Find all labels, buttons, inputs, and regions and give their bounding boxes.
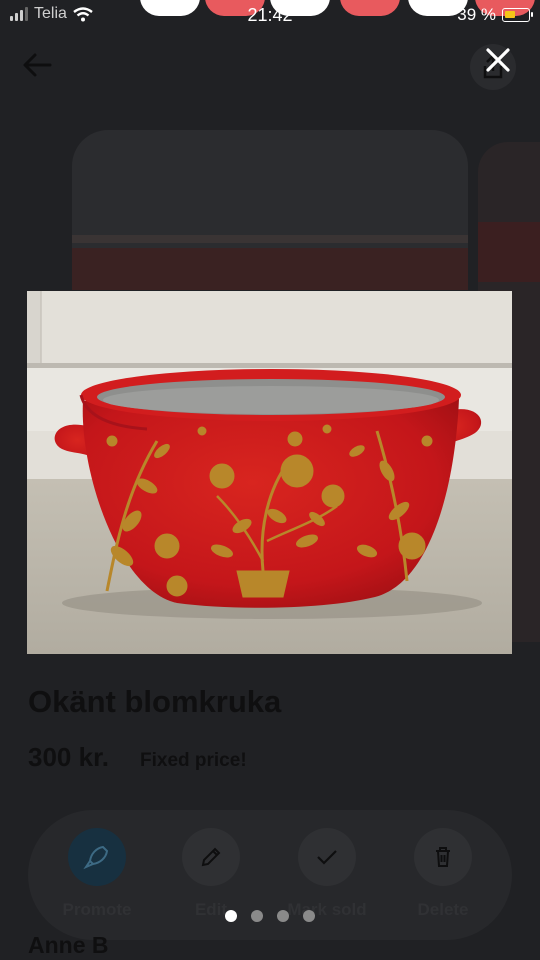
delete-circle bbox=[414, 828, 472, 886]
image-carousel-card bbox=[72, 130, 468, 290]
edit-circle bbox=[182, 828, 240, 886]
delete-button[interactable]: Delete bbox=[388, 828, 498, 920]
pagination-dot[interactable] bbox=[251, 910, 263, 922]
promote-circle bbox=[68, 828, 126, 886]
listing-price: 300 kr. bbox=[28, 742, 109, 772]
listing-title: Okänt blomkruka bbox=[28, 684, 282, 719]
pagination-dot[interactable] bbox=[277, 910, 289, 922]
rocket-icon bbox=[83, 845, 109, 870]
checkmark-icon bbox=[317, 850, 337, 865]
mark-sold-circle bbox=[298, 828, 356, 886]
promote-button[interactable]: Promote bbox=[42, 828, 152, 920]
trash-icon bbox=[436, 847, 450, 867]
edit-button[interactable]: Edit bbox=[156, 828, 266, 920]
pagination-dot-active[interactable] bbox=[225, 910, 237, 922]
pagination-dot[interactable] bbox=[303, 910, 315, 922]
back-arrow-icon[interactable] bbox=[22, 52, 52, 78]
price-note: Fixed price! bbox=[140, 750, 247, 771]
close-icon[interactable] bbox=[478, 40, 518, 80]
mark-sold-button[interactable]: Mark sold bbox=[272, 828, 382, 920]
seller-name: Anne B bbox=[28, 932, 109, 958]
gallery-pagination[interactable] bbox=[0, 910, 540, 922]
pencil-icon bbox=[201, 847, 221, 867]
product-photo[interactable] bbox=[27, 291, 512, 654]
